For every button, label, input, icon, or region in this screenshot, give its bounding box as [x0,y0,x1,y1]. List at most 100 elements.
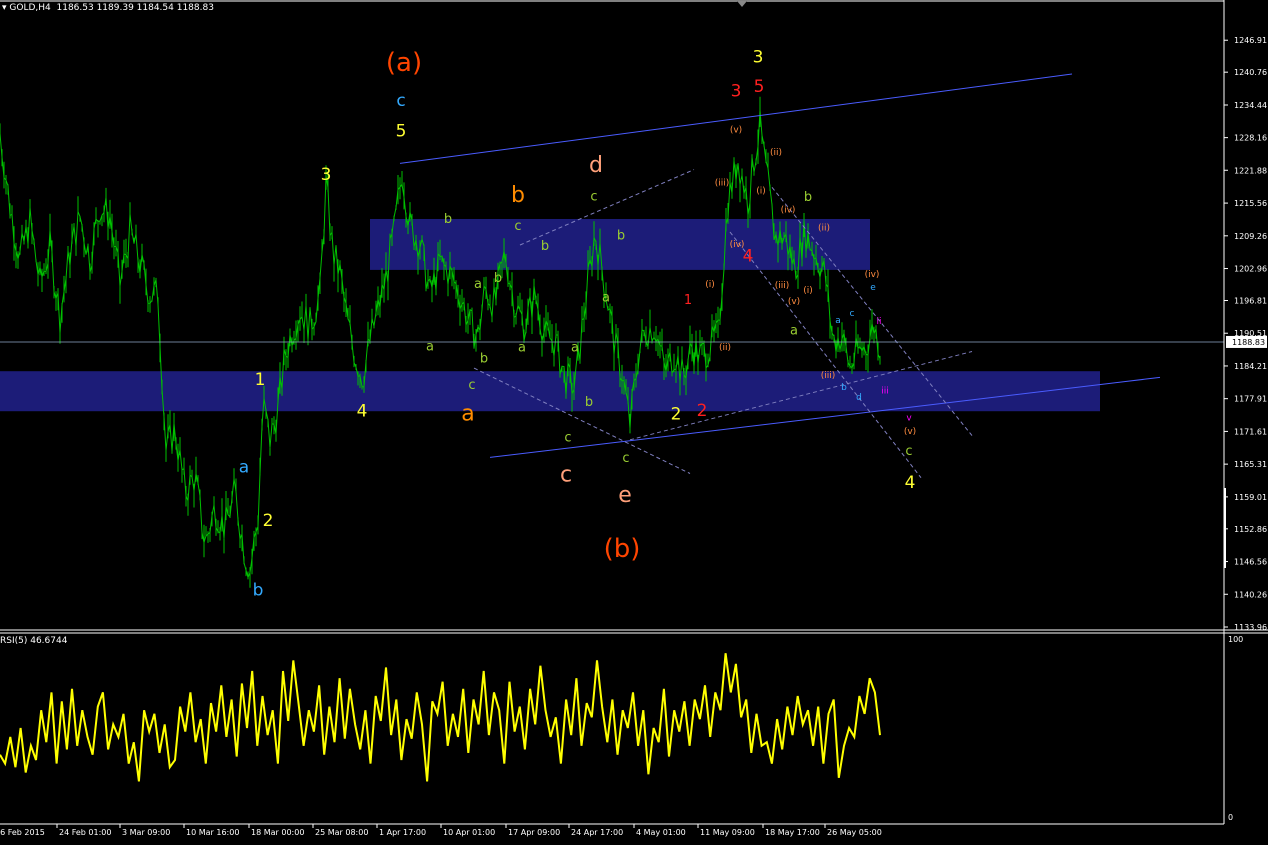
price-tick-label: 1177.91 [1234,395,1267,404]
wave-label: c [905,444,912,459]
wave-label: a [518,340,526,355]
wave-label: (ii) [719,343,731,353]
rsi-tick-label: 0 [1228,813,1233,822]
price-tick-label: 1146.56 [1234,558,1267,567]
wave-label: (iii) [775,281,790,291]
rsi-header: RSI(5) 46.6744 [0,636,68,646]
wave-label: (iii) [821,371,836,381]
wave-label: (i) [705,280,715,290]
wave-label: a [426,339,434,354]
wave-label: c [396,91,405,111]
dropdown-arrow-icon[interactable]: ▾ [2,3,7,13]
time-tick-label: 4 May 01:00 [636,828,686,837]
wave-label: 2 [697,401,708,421]
wave-label: d [589,153,603,178]
wave-label: a [571,340,579,355]
price-tick-label: 1234.44 [1234,101,1267,110]
wave-label: b [617,229,625,244]
wave-label: (iv) [865,270,880,280]
price-tick-label: 1196.81 [1234,296,1267,305]
time-tick-label: 24 Feb 01:00 [59,828,111,837]
wave-label: a [474,277,482,292]
price-tick-label: 1215.56 [1234,199,1267,208]
wave-label: 1 [255,370,266,390]
time-tick-label: 10 Mar 16:00 [186,828,239,837]
wave-label: 4 [357,402,368,422]
price-tick-label: 1228.16 [1234,134,1267,143]
wave-label: b [541,239,549,254]
wave-label: (ii) [770,148,782,158]
wave-label: (a) [386,48,422,78]
symbol-label: GOLD,H4 [9,3,51,13]
time-tick-label: 11 May 09:00 [700,828,755,837]
time-tick-label: 10 Apr 01:00 [443,828,495,837]
wave-label: c [514,219,521,234]
wave-label: d [856,393,862,403]
wave-label: 3 [753,47,764,67]
wave-label: 4 [743,246,754,266]
wave-label: 5 [754,77,765,97]
chart-window[interactable]: (a) (b) c 5 3 1 4 a 2 b b c b d c b b a b a a b a a c b a c c c e 3 3 5 (v… [0,0,1268,841]
wave-label: b [480,352,488,367]
current-price-tag-label: 1188.83 [1232,338,1265,347]
wave-label: b [511,183,525,208]
wave-label: a [239,457,249,477]
wave-label: 4 [905,473,916,493]
price-tick-label: 1171.61 [1234,427,1267,436]
wave-label: v [906,414,912,424]
price-tick-label: 1246.91 [1234,36,1267,45]
wave-label: c [850,309,855,319]
rsi-tick-label: 100 [1228,635,1243,644]
wave-label: (i) [803,286,813,296]
wave-label: (ii) [818,223,830,233]
time-tick-label: 26 May 05:00 [827,828,882,837]
time-tick-label: 1 Apr 17:00 [379,828,426,837]
price-tick-label: 1202.96 [1234,265,1267,274]
wave-label: (iv) [781,206,796,216]
wave-label: b [253,580,264,600]
wave-label: b [585,395,593,410]
wave-label: c [622,451,629,466]
wave-label: 2 [263,511,274,531]
price-tick-label: 1133.96 [1234,623,1267,632]
price-tick-label: 1240.76 [1234,68,1267,77]
wave-label: e [870,283,876,293]
wave-label: a [461,401,474,426]
wave-label: 2 [671,404,682,424]
chart-header: ▾ GOLD,H4 1186.53 1189.39 1184.54 1188.8… [2,3,214,13]
wave-label: a [835,316,841,326]
price-tick-label: 1159.01 [1234,493,1267,502]
wave-label: b [841,383,847,393]
wave-label: b [444,212,452,227]
wave-label: 1 [684,293,692,308]
ohlc-values: 1186.53 1189.39 1184.54 1188.83 [56,3,214,13]
wave-label: b [804,190,812,205]
wave-label: e [618,483,632,508]
wave-label: (b) [604,534,641,564]
price-tick-label: 1165.31 [1234,460,1267,469]
wave-label: (v) [904,427,916,437]
wave-label: c [468,378,475,393]
price-tick-label: 1152.86 [1234,525,1267,534]
wave-label: a [602,290,610,305]
wave-label: ii [876,317,881,327]
price-tick-label: 1209.26 [1234,232,1267,241]
time-tick-label: 3 Mar 09:00 [122,828,170,837]
time-tick-label: 24 Apr 17:00 [571,828,623,837]
price-tick-label: 1221.88 [1234,166,1267,175]
wave-label: (i) [756,187,766,197]
wave-label: iii [881,387,889,397]
time-tick-label: 25 Mar 08:00 [315,828,368,837]
wave-label: (v) [730,126,742,136]
wave-label: (iii) [715,179,730,189]
chart-background [0,0,1268,841]
wave-label: 3 [731,82,742,102]
time-tick-label: 18 May 17:00 [765,828,820,837]
chart-canvas[interactable]: (a)(b)c5314a2bb cbdcbba baaba acbaccce33 5(v… [0,0,1268,841]
wave-label: 5 [396,122,407,142]
time-tick-label: 18 Mar 00:00 [251,828,304,837]
wave-label: (v) [788,297,800,307]
wave-label: c [590,190,597,205]
wave-label: b [494,271,502,286]
wave-label: a [790,324,798,339]
